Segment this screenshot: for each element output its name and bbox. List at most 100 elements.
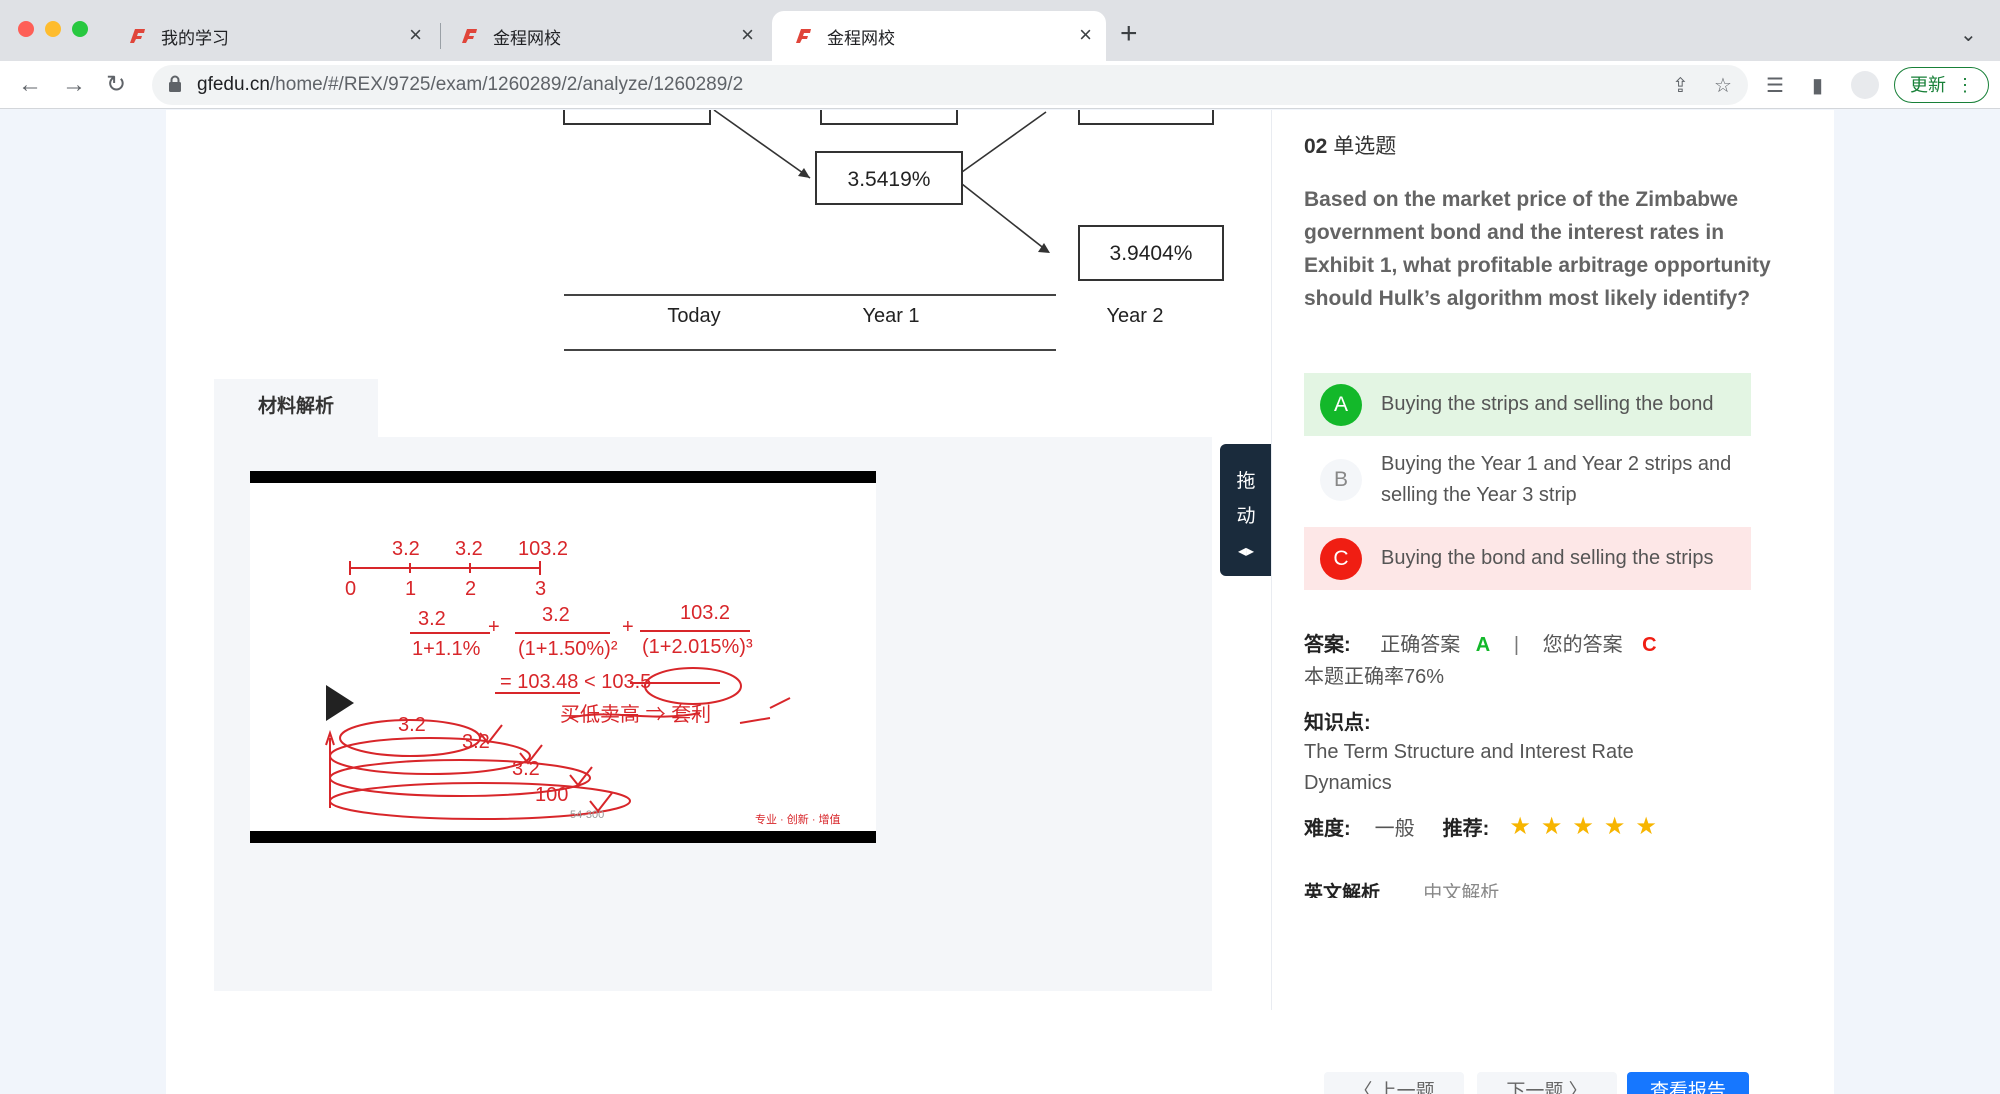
question-header: 02 单选题	[1304, 130, 1396, 160]
close-window-button[interactable]	[18, 21, 34, 37]
option-c[interactable]: C Buying the bond and selling the strips	[1304, 527, 1751, 590]
new-tab-plus-icon[interactable]: +	[1120, 16, 1138, 52]
address-bar[interactable]: gfedu.cn/home/#/REX/9725/exam/1260289/2/…	[152, 65, 1748, 105]
answer-row: 答案: 正确答案 A | 您的答案 C	[1304, 628, 1657, 657]
minimize-window-button[interactable]	[45, 21, 61, 37]
svg-text:0: 0	[345, 578, 356, 600]
svg-text:100: 100	[535, 784, 568, 806]
reload-icon[interactable]: ↻	[106, 71, 126, 99]
material-panel: 3.2 3.2 103.2 0 1 2 3 3.2 3.2 103.2 1+1.	[214, 437, 1212, 991]
url-host: gfedu.cn	[197, 74, 270, 95]
star-icon: ★	[1509, 813, 1531, 840]
next-question-button[interactable]: 下一题 〉	[1477, 1072, 1617, 1094]
difficulty-row: 难度: 一般 推荐: ★ ★ ★ ★ ★	[1304, 812, 1667, 841]
svg-text:= 103.48 < 103.5: = 103.48 < 103.5	[500, 671, 651, 693]
difficulty-value: 一般	[1374, 818, 1415, 840]
svg-text:3.2: 3.2	[392, 538, 420, 560]
svg-text:103.2: 103.2	[680, 602, 730, 624]
close-tab-icon[interactable]: ×	[741, 24, 754, 46]
tab-chinese-explanation[interactable]: 中文解析	[1423, 883, 1499, 898]
difficulty-label: 难度:	[1304, 818, 1351, 840]
svg-text:3.2: 3.2	[542, 604, 570, 626]
svg-text:+: +	[622, 616, 634, 638]
update-button[interactable]: 更新 ⋮	[1894, 67, 1989, 103]
close-tab-icon[interactable]: ×	[1079, 24, 1092, 46]
slide-page-number: 54-300	[570, 809, 604, 821]
svg-text:买低卖高 ⇒ 套利: 买低卖高 ⇒ 套利	[560, 703, 711, 726]
option-a[interactable]: A Buying the strips and selling the bond	[1304, 373, 1751, 436]
svg-text:1+1.1%: 1+1.1%	[412, 638, 481, 660]
play-icon[interactable]	[326, 685, 354, 721]
question-number: 02	[1304, 135, 1328, 158]
svg-text:3: 3	[535, 578, 546, 600]
tree-node-box	[1078, 110, 1214, 125]
drag-resize-handle[interactable]: 拖 动 ◂▸	[1220, 444, 1272, 576]
lock-icon	[169, 75, 181, 92]
option-letter-badge: A	[1320, 383, 1362, 426]
site-logo-icon	[462, 29, 477, 43]
browser-toolbar: ← → ↻ gfedu.cn/home/#/REX/9725/exam/1260…	[0, 61, 2000, 109]
svg-text:2: 2	[465, 578, 476, 600]
browser-tab-2[interactable]: 金程网校 ×	[438, 11, 768, 61]
tab-english-explanation[interactable]: 英文解析	[1304, 883, 1380, 898]
question-text: Based on the market price of the Zimbabw…	[1304, 188, 1771, 310]
timeline-year2: Year 2	[1106, 305, 1163, 327]
answer-label: 答案:	[1304, 634, 1351, 656]
rate-year2: 3.9404%	[1110, 242, 1193, 265]
material-column: 3.5419% Today Year 1 3.9404% Year 2 材料解析	[166, 110, 1270, 1094]
share-icon[interactable]: ⇪	[1672, 73, 1689, 98]
tree-right-nodes: 3.9404% Year 2	[1078, 110, 1224, 327]
knowledge-point-label: 知识点:	[1304, 712, 1371, 734]
browser-tab-1[interactable]: 我的学习 ×	[106, 11, 436, 61]
more-menu-icon: ⋮	[1956, 75, 1974, 95]
svg-text:3.2: 3.2	[512, 758, 540, 780]
browser-tab-3[interactable]: 金程网校 ×	[772, 11, 1106, 61]
timeline-today: Today	[667, 305, 720, 327]
answer-separator: |	[1513, 634, 1520, 656]
site-logo-icon	[796, 29, 811, 43]
svg-text:103.2: 103.2	[518, 538, 568, 560]
question-column: 02 单选题 Based on the market price of the …	[1271, 110, 1831, 1010]
tab-title: 金程网校	[493, 28, 561, 48]
previous-question-button[interactable]: 〈 上一题	[1324, 1072, 1464, 1094]
bookmark-star-icon[interactable]: ☆	[1714, 73, 1732, 98]
star-icon: ★	[1603, 813, 1626, 840]
svg-text:(1+2.015%)³: (1+2.015%)³	[642, 636, 753, 658]
close-tab-icon[interactable]: ×	[409, 24, 422, 46]
tab-title: 金程网校	[827, 28, 895, 48]
knowledge-point-text: The Term Structure and Interest Rate Dyn…	[1304, 741, 1634, 794]
option-letter-badge: C	[1320, 537, 1362, 580]
tree-branch	[713, 110, 811, 179]
svg-text:(1+1.50%)²: (1+1.50%)²	[518, 638, 618, 660]
correct-answer-label: 正确答案	[1380, 634, 1461, 656]
explanation-tabs: 英文解析 中文解析	[1304, 878, 1499, 898]
forward-arrow-icon[interactable]: →	[62, 71, 86, 99]
drag-label-1: 拖	[1236, 471, 1256, 492]
view-report-button[interactable]: 查看报告	[1627, 1072, 1749, 1094]
star-icon: ★	[1635, 813, 1657, 840]
back-arrow-icon[interactable]: ←	[18, 71, 42, 99]
svg-text:+: +	[488, 616, 500, 638]
url-path: /home/#/REX/9725/exam/1260289/2/analyze/…	[269, 74, 744, 95]
correct-answer-value: A	[1475, 634, 1491, 656]
tree-node-box	[563, 110, 711, 125]
correct-rate: 本题正确率76%	[1304, 666, 1445, 688]
drag-label-2: 动	[1236, 506, 1256, 527]
drag-arrows-icon: ◂▸	[1237, 543, 1255, 560]
maximize-window-button[interactable]	[72, 21, 88, 37]
media-control-icon[interactable]: ☰	[1766, 73, 1784, 98]
video-player[interactable]: 3.2 3.2 103.2 0 1 2 3 3.2 3.2 103.2 1+1.	[250, 471, 876, 843]
svg-text:3.2: 3.2	[462, 731, 490, 753]
option-b[interactable]: B Buying the Year 1 and Year 2 strips an…	[1304, 440, 1751, 520]
option-text: Buying the Year 1 and Year 2 strips and …	[1381, 453, 1732, 506]
side-panel-icon[interactable]: ▮	[1812, 73, 1823, 98]
material-analysis-tab[interactable]: 材料解析	[214, 379, 378, 437]
tab-search-chevron-icon[interactable]: ⌄	[1960, 22, 1977, 47]
svg-text:3.2: 3.2	[455, 538, 483, 560]
browser-tab-strip: 我的学习 × 金程网校 × 金程网校 × + ⌄	[0, 0, 2000, 61]
svg-text:3.2: 3.2	[418, 608, 446, 630]
url-text: gfedu.cn/home/#/REX/9725/exam/1260289/2/…	[197, 74, 743, 96]
site-logo-icon	[130, 29, 145, 43]
profile-avatar-icon[interactable]	[1851, 71, 1879, 99]
slide-footer-logo: 专业 · 创新 · 增值	[755, 812, 841, 826]
